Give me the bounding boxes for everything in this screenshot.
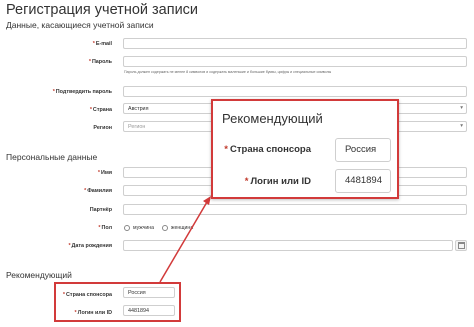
zoom-login-label: * Логин или ID [244,176,311,187]
zoom-title: Рекомендующий [222,111,323,126]
zoom-callout-panel: Рекомендующий * Страна спонсора Россия * Л… [211,99,399,199]
zoom-sponsor-country-label: * Страна спонсора [224,144,311,155]
zoom-sponsor-country-field[interactable]: Россия [335,138,391,162]
zoom-login-field[interactable]: 4481894 [335,169,391,193]
